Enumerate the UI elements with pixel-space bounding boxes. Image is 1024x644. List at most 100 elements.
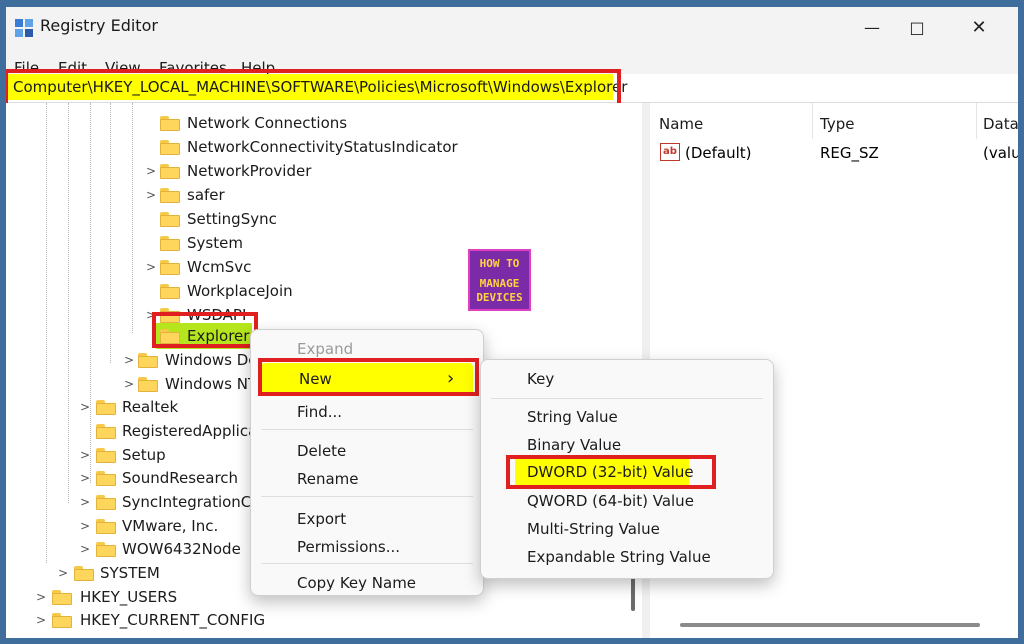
tree-item-label: Network Connections [187, 114, 348, 132]
tree-guide-line [132, 103, 133, 333]
submenu-item-qword-value[interactable]: QWORD (64-bit) Value [481, 487, 773, 515]
submenu-item-key[interactable]: Key [481, 365, 773, 393]
tree-item-label: Windows NT [165, 375, 258, 393]
tree-item-label: safer [187, 186, 225, 204]
logo-text: HOW TO [479, 257, 520, 270]
chevron-right-icon[interactable]: > [80, 514, 90, 538]
folder-icon [160, 116, 180, 131]
tree-item-label: HKEY_USERS [80, 588, 178, 606]
tree-item-label: NetworkConnectivityStatusIndicator [187, 138, 458, 156]
tree-item-label: VMware, Inc. [122, 517, 219, 535]
folder-icon [96, 495, 116, 510]
folder-icon [96, 400, 116, 415]
folder-icon [96, 471, 116, 486]
menu-item-permissions[interactable]: Permissions... [251, 533, 483, 561]
annotation-box-new [258, 358, 479, 396]
folder-icon [96, 424, 116, 439]
folder-icon [52, 590, 72, 605]
folder-icon [52, 613, 72, 628]
menu-item-delete[interactable]: Delete [251, 437, 483, 465]
tree-item-label: WcmSvc [187, 258, 252, 276]
menu-item-find[interactable]: Find... [251, 398, 483, 426]
tree-item-label: HKEY_CURRENT_CONFIG [80, 611, 266, 629]
value-type: REG_SZ [820, 144, 879, 162]
folder-icon [96, 519, 116, 534]
submenu-item-expandable-string-value[interactable]: Expandable String Value [481, 543, 773, 571]
folder-icon [138, 353, 158, 368]
column-separator[interactable] [976, 103, 977, 139]
logo-text: MANAGE [479, 277, 520, 290]
menu-separator [261, 496, 473, 497]
registry-editor-window: Registry Editor — □ ✕ File Edit View Fav… [6, 7, 1018, 638]
folder-icon [160, 140, 180, 155]
folder-icon [160, 164, 180, 179]
annotation-box-explorer [152, 312, 258, 348]
tree-item-label: WOW6432Node [122, 540, 241, 558]
maximize-icon[interactable]: □ [904, 15, 930, 41]
logo-text: DEVICES [476, 291, 523, 304]
column-type-header[interactable]: Type [820, 115, 854, 133]
window-title: Registry Editor [40, 16, 158, 35]
folder-icon [96, 448, 116, 463]
tree-item-label: SyncIntegrationCli [122, 493, 260, 511]
chevron-right-icon[interactable]: > [58, 561, 68, 585]
chevron-right-icon[interactable]: > [80, 466, 90, 490]
menu-separator [261, 429, 473, 430]
annotation-box-dword [506, 455, 716, 489]
chevron-right-icon[interactable]: > [146, 159, 156, 183]
menu-item-rename[interactable]: Rename [251, 465, 483, 493]
value-data: (valu [983, 144, 1018, 162]
chevron-right-icon[interactable]: > [36, 608, 46, 632]
submenu-item-string-value[interactable]: String Value [481, 403, 773, 431]
folder-icon [96, 542, 116, 557]
folder-icon [160, 260, 180, 275]
folder-icon [74, 566, 94, 581]
value-row[interactable]: ab (Default) REG_SZ (valu [650, 139, 1018, 163]
chevron-right-icon[interactable]: > [80, 443, 90, 467]
chevron-right-icon[interactable]: > [146, 255, 156, 279]
folder-icon [160, 212, 180, 227]
close-icon[interactable]: ✕ [966, 15, 992, 41]
tree-item-label: SettingSync [187, 210, 277, 228]
tree-guide-line [90, 103, 91, 483]
tree-item-label: Setup [122, 446, 166, 464]
values-horizontal-scrollbar[interactable] [680, 623, 980, 627]
chevron-right-icon[interactable]: > [146, 183, 156, 207]
chevron-right-icon[interactable]: > [124, 372, 134, 396]
chevron-right-icon[interactable]: > [124, 348, 134, 372]
folder-icon [160, 284, 180, 299]
column-separator[interactable] [812, 103, 813, 139]
column-name-header[interactable]: Name [659, 115, 703, 133]
tree-item-label: NetworkProvider [187, 162, 312, 180]
submenu-item-multi-string-value[interactable]: Multi-String Value [481, 515, 773, 543]
tree-item-label: RegisteredApplica [122, 422, 258, 440]
chevron-right-icon[interactable]: > [80, 490, 90, 514]
menu-separator [261, 563, 473, 564]
value-name: (Default) [685, 144, 752, 162]
tree-item-label: System [187, 234, 243, 252]
folder-icon [138, 377, 158, 392]
menu-item-copy-key-name[interactable]: Copy Key Name [251, 569, 483, 597]
tree-item-label: Realtek [122, 398, 179, 416]
tree-item-label: WorkplaceJoin [187, 282, 293, 300]
tree-guide-line [68, 103, 69, 503]
tree-guide-line [110, 103, 111, 363]
chevron-right-icon[interactable]: > [36, 585, 46, 609]
folder-icon [160, 188, 180, 203]
chevron-right-icon[interactable]: > [80, 537, 90, 561]
menu-separator [491, 398, 763, 399]
minimize-icon[interactable]: — [859, 15, 885, 41]
folder-icon [160, 236, 180, 251]
annotation-box-address [6, 69, 621, 107]
how-to-manage-devices-logo: HOW TO MANAGE DEVICES [468, 249, 531, 311]
tree-item-label: Windows De [165, 351, 258, 369]
column-data-header[interactable]: Data [983, 115, 1018, 133]
registry-editor-icon [15, 19, 33, 37]
tree-guide-line [46, 103, 47, 563]
menu-item-export[interactable]: Export [251, 505, 483, 533]
tree-item-label: SYSTEM [100, 564, 160, 582]
tree-item-label: SoundResearch [122, 469, 239, 487]
string-value-icon: ab [660, 143, 680, 161]
chevron-right-icon[interactable]: > [80, 395, 90, 419]
title-bar: Registry Editor — □ ✕ [6, 7, 1018, 47]
